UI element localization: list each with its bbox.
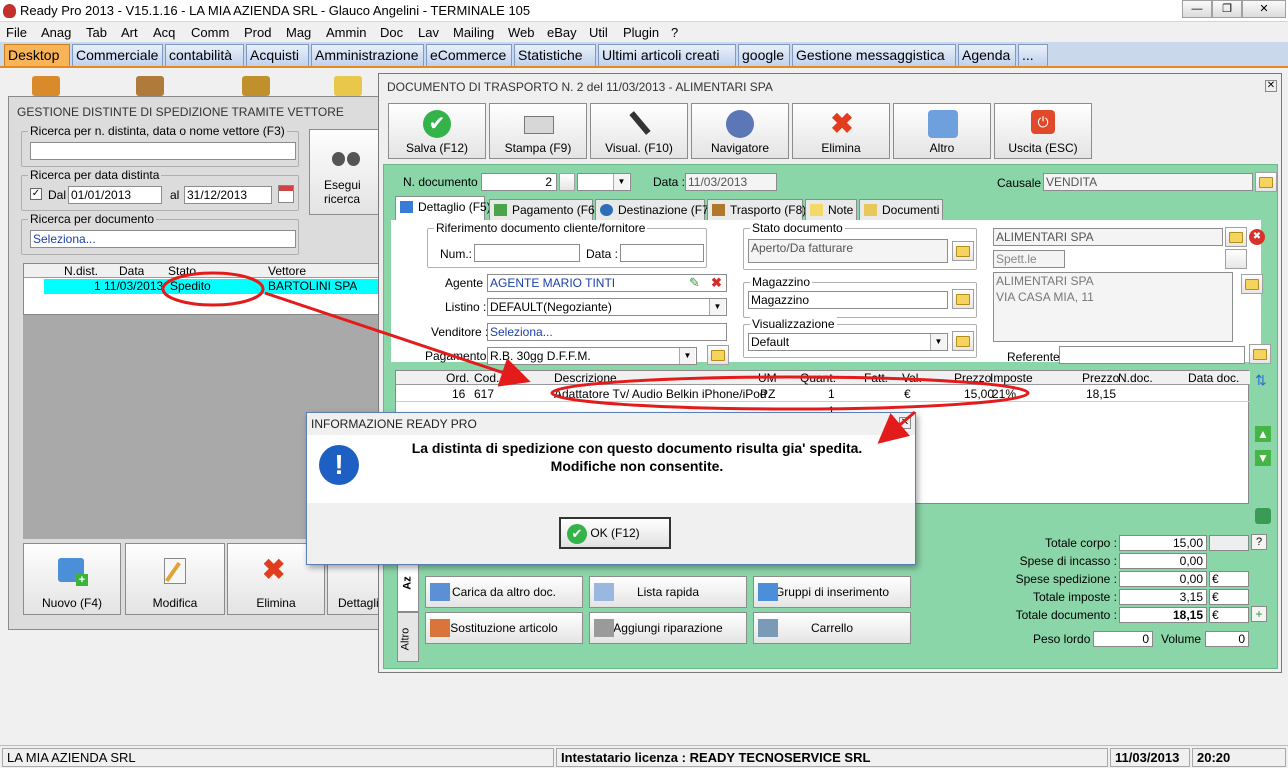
company-name: LA MIA AZIENDA SRL (2, 748, 554, 767)
annotation-arrow (877, 410, 916, 444)
annotation-overlay (161, 271, 1030, 444)
annotation-ellipse (161, 271, 265, 307)
annotation-arrow (264, 291, 531, 387)
annotation-ellipse (550, 375, 1030, 411)
status-bar: LA MIA AZIENDA SRL Intestatario licenza … (0, 745, 1288, 768)
license-holder: Intestatario licenza : READY TECNOSERVIC… (556, 748, 1108, 767)
status-time: 20:20 (1192, 748, 1286, 767)
status-date: 11/03/2013 (1110, 748, 1190, 767)
